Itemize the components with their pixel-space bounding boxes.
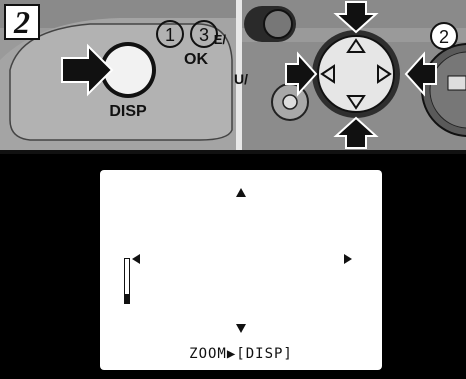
callout-2-icon: 2 xyxy=(430,22,458,50)
step-number-badge: 2 xyxy=(4,4,40,40)
callout-1-label: 1 xyxy=(165,25,175,45)
lcd-down-arrow-icon xyxy=(236,324,246,333)
lcd-screen: ZOOM▶[DISP] xyxy=(100,170,382,370)
ok-label: OK xyxy=(184,51,208,68)
callout-2-label: 2 xyxy=(439,27,449,47)
photo-labels: DISP OK E/ U/ 1 3 2 xyxy=(109,20,458,120)
manual-illustration: DISP OK E/ U/ 1 3 2 2 ZOOM▶[DISP] xyxy=(0,0,466,379)
lcd-left-arrow-icon xyxy=(132,254,140,264)
zoom-level-bar xyxy=(124,258,130,304)
camera-photo: DISP OK E/ U/ 1 3 2 2 xyxy=(0,0,466,154)
callout-1-icon: 1 xyxy=(156,20,184,48)
zoom-level-fill xyxy=(125,294,129,303)
disp-label: DISP xyxy=(109,103,147,120)
lcd-up-arrow-icon xyxy=(236,188,246,197)
callout-3-label: 3 xyxy=(199,25,209,45)
u-partial-label: U/ xyxy=(234,71,248,87)
zoom-disp-hint: ZOOM▶[DISP] xyxy=(189,346,293,362)
lcd-right-arrow-icon xyxy=(344,254,352,264)
